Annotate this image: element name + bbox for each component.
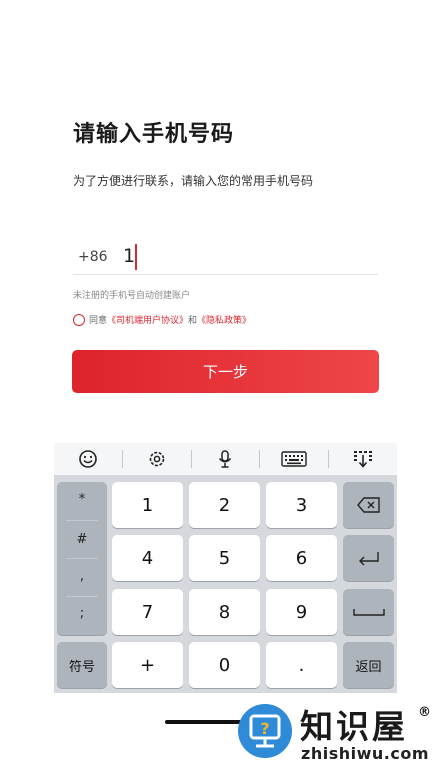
key-9[interactable]: 9 — [266, 589, 337, 635]
key-4[interactable]: 4 — [112, 535, 183, 581]
microphone-icon[interactable] — [192, 443, 260, 475]
backspace-key[interactable] — [343, 482, 394, 528]
numeric-keyboard: * # , ; 1 2 3 4 5 6 7 8 9 符号 + 0 . 返回 — [54, 443, 397, 693]
agree-and: 和 — [188, 316, 198, 326]
key-2[interactable]: 2 — [189, 482, 260, 528]
key-3[interactable]: 3 — [266, 482, 337, 528]
phone-input[interactable]: 1 — [123, 245, 135, 267]
key-5[interactable]: 5 — [189, 535, 260, 581]
key-plus[interactable]: + — [112, 642, 183, 688]
keyboard-toolbar — [54, 443, 397, 475]
svg-text:?: ? — [260, 719, 269, 738]
register-hint: 未注册的手机号自动创建账户 — [73, 291, 191, 301]
space-key[interactable] — [343, 589, 394, 635]
next-step-button[interactable]: 下一步 — [72, 350, 379, 393]
backspace-icon — [356, 497, 380, 513]
key-1[interactable]: 1 — [112, 482, 183, 528]
page-subtitle: 为了方便进行联系，请输入您的常用手机号码 — [73, 174, 314, 188]
agreement-row: 同意 《司机端用户协议》 和 《隐私政策》 — [73, 313, 251, 326]
symbol-column[interactable]: * # , ; — [57, 482, 107, 635]
space-icon — [352, 609, 385, 616]
key-7[interactable]: 7 — [112, 589, 183, 635]
agree-radio[interactable] — [73, 313, 85, 326]
enter-icon — [358, 552, 379, 566]
agree-prefix: 同意 — [89, 316, 108, 326]
symbol-key[interactable]: ; — [57, 606, 107, 621]
terms-link[interactable]: 《司机端用户协议》 — [107, 313, 188, 326]
watermark-brand: 知识屋 — [300, 707, 408, 746]
phone-input-row[interactable]: +86 1 — [73, 244, 378, 275]
country-code[interactable]: +86 — [78, 249, 108, 265]
enter-key[interactable] — [343, 535, 394, 581]
collapse-keyboard-icon[interactable] — [329, 443, 397, 475]
emoji-icon[interactable] — [54, 443, 122, 475]
settings-icon[interactable] — [123, 443, 191, 475]
symbol-key[interactable]: # — [57, 532, 107, 547]
text-cursor — [135, 244, 137, 270]
key-6[interactable]: 6 — [266, 535, 337, 581]
watermark-registered-mark: ® — [418, 705, 431, 720]
return-key[interactable]: 返回 — [343, 642, 394, 688]
symbol-key[interactable]: , — [57, 569, 107, 584]
symbol-key[interactable]: * — [57, 492, 107, 507]
key-8[interactable]: 8 — [189, 589, 260, 635]
watermark-url: zhishiwu.com — [301, 744, 429, 763]
key-dot[interactable]: . — [266, 642, 337, 688]
key-0[interactable]: 0 — [189, 642, 260, 688]
page-title: 请输入手机号码 — [73, 122, 235, 147]
privacy-link[interactable]: 《隐私政策》 — [197, 313, 251, 326]
keyboard-icon[interactable] — [260, 443, 328, 475]
watermark-logo-icon: ? — [238, 704, 292, 758]
symbols-toggle-key[interactable]: 符号 — [57, 642, 107, 688]
